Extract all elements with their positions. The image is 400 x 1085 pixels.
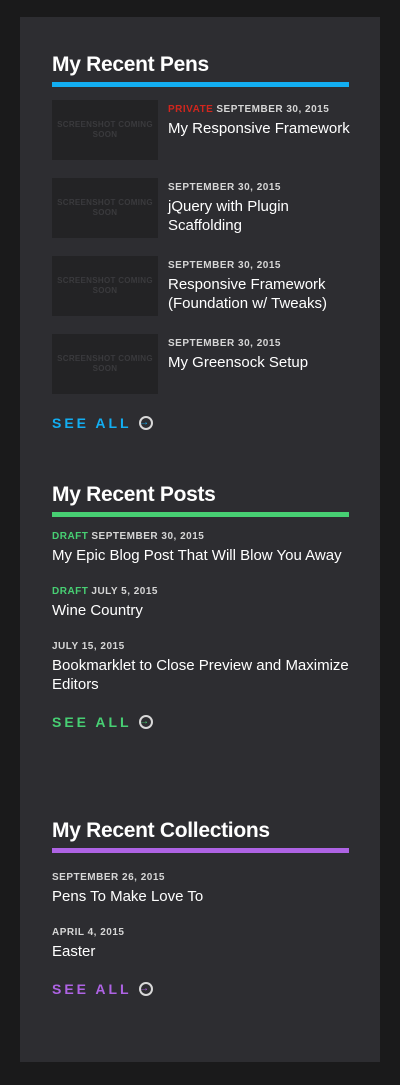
collection-item[interactable]: APRIL 4, 2015 Easter xyxy=(52,926,349,961)
see-all-collections-link[interactable]: SEE ALL → xyxy=(52,981,349,997)
profile-sidebar-panel: My Recent Pens SCREENSHOT COMING SOON PR… xyxy=(20,17,380,1062)
section-title-posts: My Recent Posts xyxy=(52,483,216,506)
collection-date: APRIL 4, 2015 xyxy=(52,927,125,938)
pen-date: SEPTEMBER 30, 2015 xyxy=(168,338,281,349)
recent-posts-section: My Recent Posts DRAFT SEPTEMBER 30, 2015 … xyxy=(52,481,349,730)
see-all-label: SEE ALL xyxy=(52,415,132,431)
pen-item[interactable]: SCREENSHOT COMING SOON PRIVATE SEPTEMBER … xyxy=(52,100,350,178)
draft-tag: DRAFT xyxy=(52,531,89,542)
see-all-posts-link[interactable]: SEE ALL → xyxy=(52,714,349,730)
post-title-link[interactable]: My Epic Blog Post That Will Blow You Awa… xyxy=(52,546,349,565)
private-tag: PRIVATE xyxy=(168,104,214,115)
pen-thumbnail[interactable]: SCREENSHOT COMING SOON xyxy=(52,334,158,394)
pen-title-link[interactable]: My Responsive Framework xyxy=(168,119,353,138)
post-item[interactable]: DRAFT JULY 5, 2015 Wine Country xyxy=(52,585,349,620)
post-date: JULY 15, 2015 xyxy=(52,641,125,652)
collection-title-link[interactable]: Pens To Make Love To xyxy=(52,887,349,906)
collection-title-link[interactable]: Easter xyxy=(52,942,349,961)
pen-item[interactable]: SCREENSHOT COMING SOON SEPTEMBER 30, 201… xyxy=(52,334,349,412)
pen-title-link[interactable]: jQuery with Plugin Scaffolding xyxy=(168,197,353,235)
post-date: SEPTEMBER 30, 2015 xyxy=(91,531,205,542)
post-list: DRAFT SEPTEMBER 30, 2015 My Epic Blog Pos… xyxy=(52,530,349,694)
arrow-right-circle-icon: → xyxy=(138,416,153,430)
collection-date: SEPTEMBER 26, 2015 xyxy=(52,872,165,883)
pen-title-link[interactable]: Responsive Framework (Foundation w/ Twea… xyxy=(168,275,353,313)
see-all-label: SEE ALL xyxy=(52,981,132,997)
post-title-link[interactable]: Wine Country xyxy=(52,601,349,620)
pen-item[interactable]: SCREENSHOT COMING SOON SEPTEMBER 30, 201… xyxy=(52,256,349,334)
post-item[interactable]: JULY 15, 2015 Bookmarklet to Close Previ… xyxy=(52,640,349,694)
posts-accent-bar xyxy=(52,512,349,517)
post-date: JULY 5, 2015 xyxy=(91,586,158,597)
collections-accent-bar xyxy=(52,848,349,853)
pen-list: SCREENSHOT COMING SOON PRIVATE SEPTEMBER … xyxy=(52,100,350,412)
pen-thumbnail[interactable]: SCREENSHOT COMING SOON xyxy=(52,100,158,160)
post-item[interactable]: DRAFT SEPTEMBER 30, 2015 My Epic Blog Pos… xyxy=(52,530,349,565)
pen-date: SEPTEMBER 30, 2015 xyxy=(216,104,330,115)
pen-thumbnail[interactable]: SCREENSHOT COMING SOON xyxy=(52,256,158,316)
pen-title-link[interactable]: My Greensock Setup xyxy=(168,353,353,372)
see-all-pens-link[interactable]: SEE ALL → xyxy=(52,415,349,431)
pen-date: SEPTEMBER 30, 2015 xyxy=(168,182,281,193)
arrow-right-circle-icon: → xyxy=(138,982,153,996)
recent-collections-section: My Recent Collections SEPTEMBER 26, 2015… xyxy=(52,817,349,997)
collection-list: SEPTEMBER 26, 2015 Pens To Make Love To … xyxy=(52,871,349,961)
pen-item[interactable]: SCREENSHOT COMING SOON SEPTEMBER 30, 201… xyxy=(52,178,349,256)
post-title-link[interactable]: Bookmarklet to Close Preview and Maximiz… xyxy=(52,656,349,694)
arrow-right-circle-icon: → xyxy=(138,715,153,729)
pens-accent-bar xyxy=(52,82,349,87)
pen-date: SEPTEMBER 30, 2015 xyxy=(168,260,281,271)
see-all-label: SEE ALL xyxy=(52,714,132,730)
collection-item[interactable]: SEPTEMBER 26, 2015 Pens To Make Love To xyxy=(52,871,349,906)
pen-thumbnail[interactable]: SCREENSHOT COMING SOON xyxy=(52,178,158,238)
recent-pens-section: My Recent Pens SCREENSHOT COMING SOON PR… xyxy=(52,51,350,431)
section-title-pens: My Recent Pens xyxy=(52,53,209,76)
section-title-collections: My Recent Collections xyxy=(52,819,270,842)
draft-tag: DRAFT xyxy=(52,586,89,597)
